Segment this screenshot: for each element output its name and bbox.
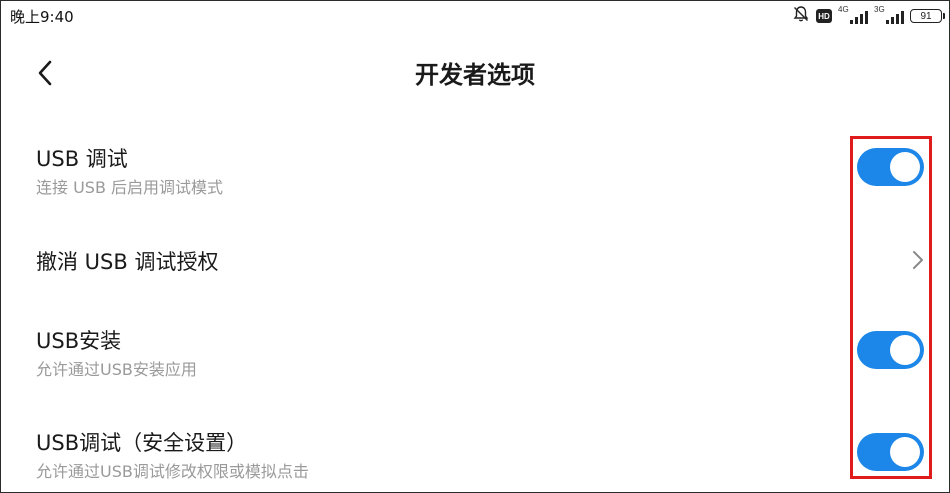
battery-icon: 91 [910,9,945,23]
setting-row-usb-debugging-security[interactable]: USB调试（安全设置） 允许通过USB调试修改权限或模拟点击 [0,424,950,484]
signal-4g-icon: 4G [838,6,868,26]
status-time: 晚上9:40 [10,8,74,26]
sim2-network-label: 3G [874,5,885,14]
setting-row-usb-install[interactable]: USB安装 允许通过USB安装应用 [0,322,950,382]
sim1-network-label: 4G [838,5,849,14]
setting-title: USB调试（安全设置） [36,431,248,455]
highlight-box [850,136,932,479]
setting-title: USB 调试 [36,147,128,171]
status-icons: HD 4G 3G 91 [792,5,945,27]
setting-subtitle: 允许通过USB调试修改权限或模拟点击 [36,462,309,481]
setting-title: 撤消 USB 调试授权 [36,250,219,274]
signal-3g-icon: 3G [874,6,904,26]
setting-subtitle: 允许通过USB安装应用 [36,360,197,379]
bell-muted-icon [792,5,810,27]
page-title: 开发者选项 [415,61,535,89]
setting-subtitle: 连接 USB 后启用调试模式 [36,178,224,197]
battery-level: 91 [920,10,932,22]
hd-icon: HD [816,9,832,23]
setting-row-revoke-usb-auth[interactable]: 撤消 USB 调试授权 [0,240,950,280]
status-bar: 晚上9:40 HD 4G 3G 91 [0,0,950,32]
setting-row-usb-debugging[interactable]: USB 调试 连接 USB 后启用调试模式 [0,140,950,200]
setting-title: USB安装 [36,329,122,353]
